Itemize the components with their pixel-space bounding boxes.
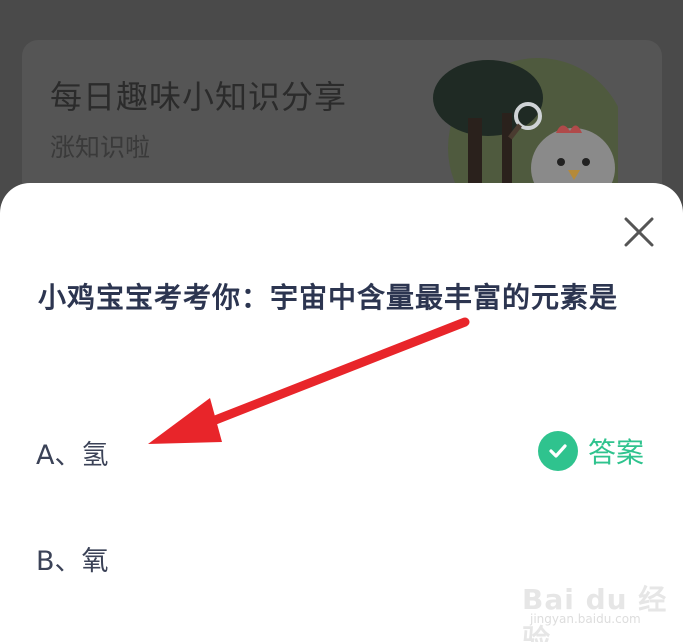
option-a-label: A、氢	[36, 439, 109, 471]
option-b-label: B、氧	[36, 545, 109, 577]
quiz-question: 小鸡宝宝考考你：宇宙中含量最丰富的元素是	[38, 281, 619, 314]
baidu-jingyan-watermark: Bai du 经验	[522, 583, 668, 642]
background-card-subtitle: 涨知识啦	[50, 133, 151, 162]
close-icon[interactable]	[620, 213, 658, 251]
chicken-forest-illustration	[433, 58, 618, 198]
answer-label: 答案	[588, 436, 645, 469]
check-icon	[538, 431, 578, 471]
watermark-url: jingyan.baidu.com	[530, 612, 641, 626]
answer-badge: 答案	[538, 431, 644, 471]
background-card-title: 每日趣味小知识分享	[50, 78, 348, 116]
